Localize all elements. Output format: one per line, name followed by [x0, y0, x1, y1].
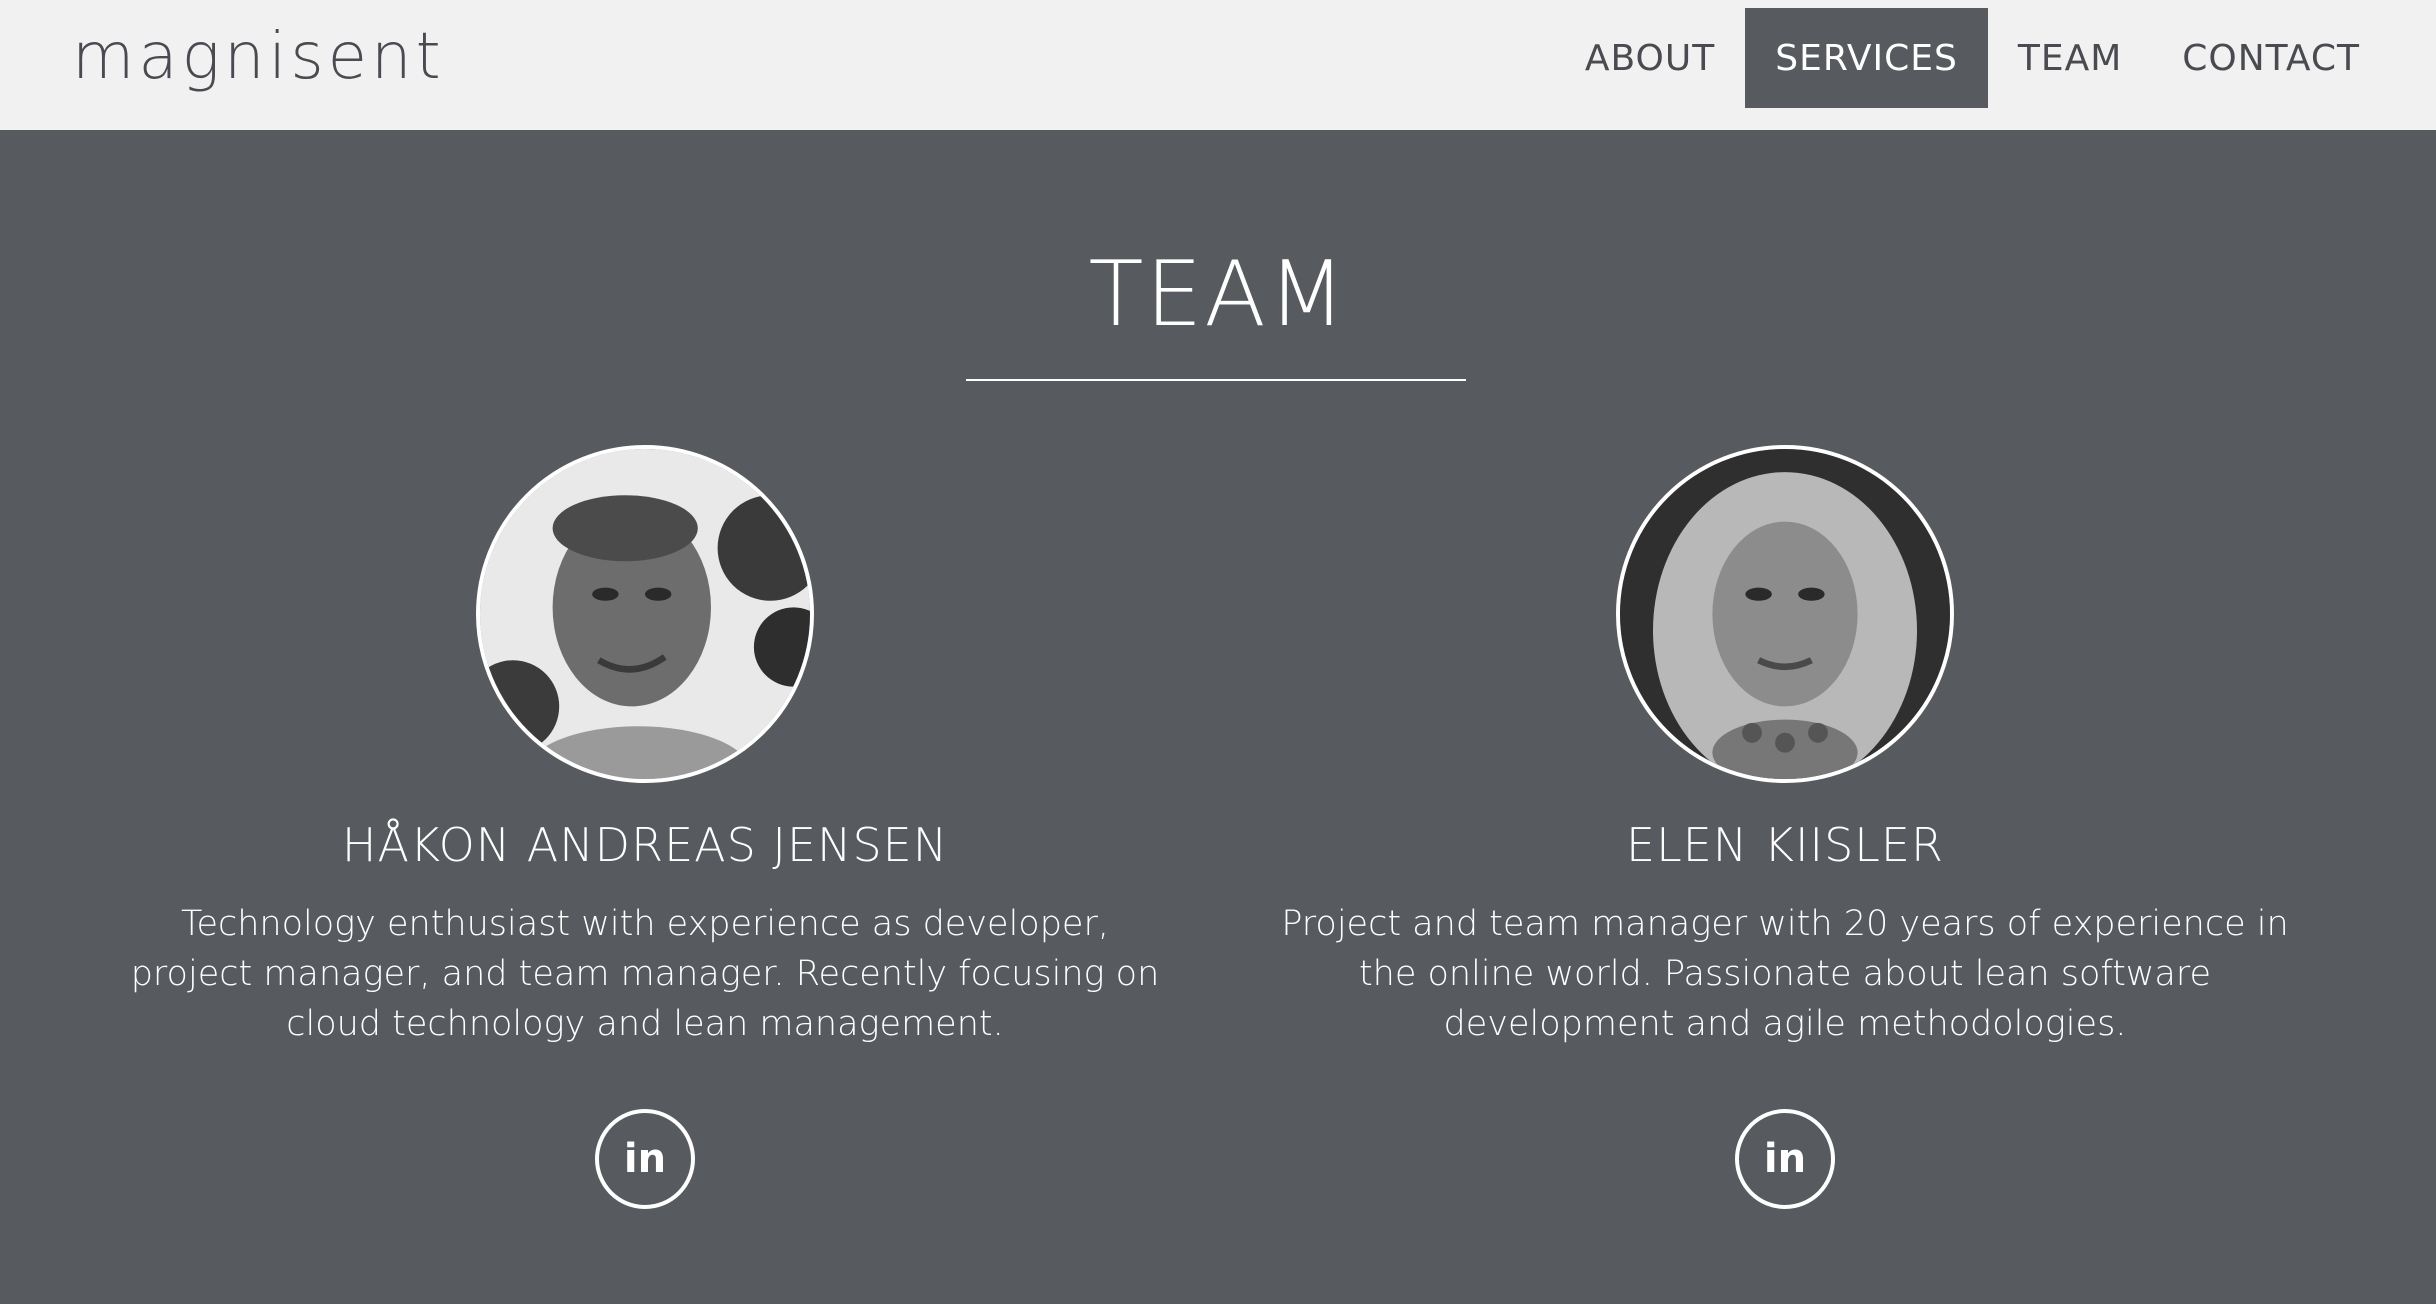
- member-photo: [476, 445, 814, 783]
- member-name: HÅKON ANDREAS JENSEN: [341, 818, 949, 872]
- linkedin-icon[interactable]: in: [1735, 1109, 1835, 1209]
- linkedin-icon-label: in: [623, 1136, 667, 1182]
- team-member-card: ELEN KIISLER Project and team manager wi…: [1235, 445, 2335, 1209]
- site-header: magnisent ABOUT SERVICES TEAM CONTACT: [0, 0, 2436, 130]
- member-name: ELEN KIISLER: [1626, 818, 1944, 872]
- member-photo: [1616, 445, 1954, 783]
- section-title: TEAM: [1088, 242, 1348, 347]
- linkedin-icon-label: in: [1763, 1136, 1807, 1182]
- nav-link-about[interactable]: ABOUT: [1555, 8, 1745, 108]
- member-bio: Project and team manager with 20 years o…: [1281, 904, 2289, 1044]
- title-divider: [966, 379, 1466, 381]
- member-bio: Technology enthusiast with experience as…: [130, 904, 1160, 1044]
- nav-link-services[interactable]: SERVICES: [1745, 8, 1988, 108]
- nav-link-contact[interactable]: CONTACT: [2152, 8, 2390, 108]
- brand-logo[interactable]: magnisent: [72, 22, 445, 92]
- team-member-card: HÅKON ANDREAS JENSEN Technology enthusia…: [95, 445, 1195, 1209]
- main-nav: ABOUT SERVICES TEAM CONTACT: [1555, 8, 2436, 108]
- nav-link-team[interactable]: TEAM: [1988, 8, 2152, 108]
- linkedin-icon[interactable]: in: [595, 1109, 695, 1209]
- team-section: TEAM HÅKON ANDREAS JENSEN Technology ent…: [0, 130, 2436, 1304]
